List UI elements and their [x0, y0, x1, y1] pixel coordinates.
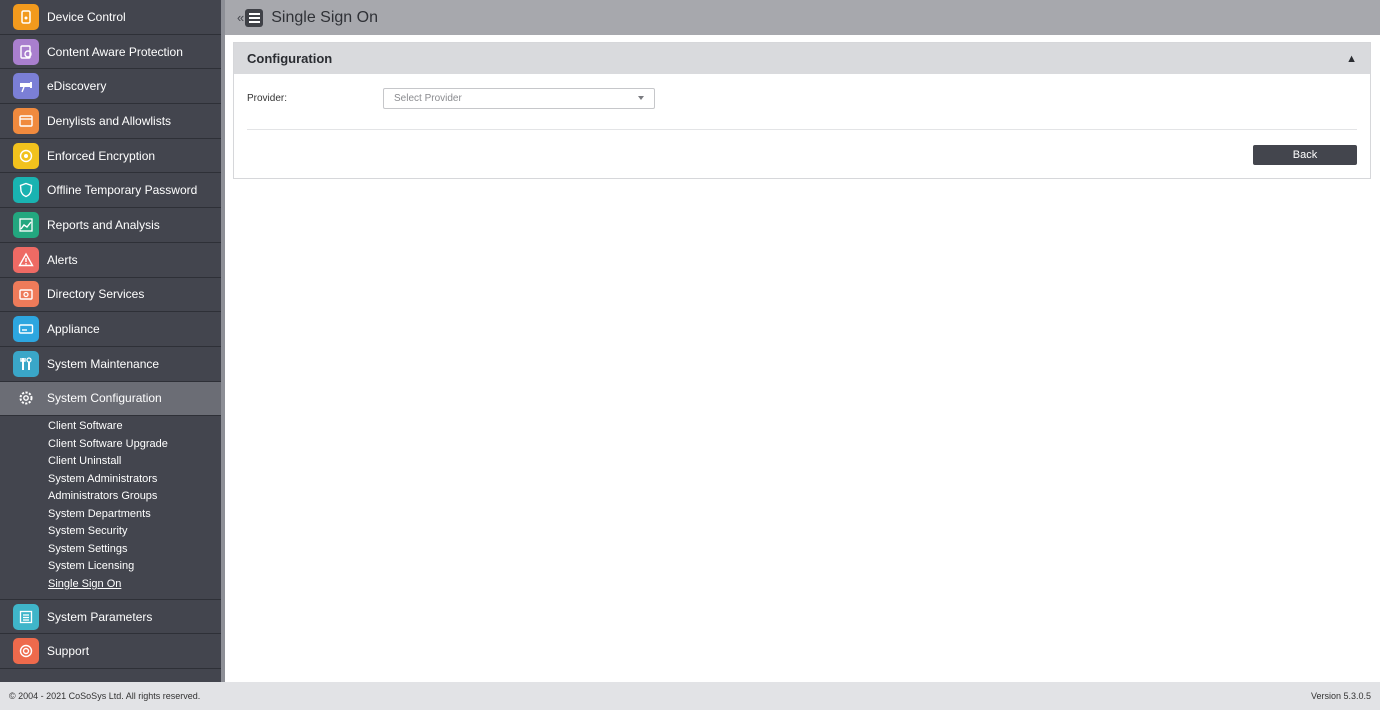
sidebar-item-label: System Parameters — [47, 609, 153, 624]
tools-icon — [13, 350, 39, 377]
back-button[interactable]: Back — [1253, 145, 1357, 165]
list-icon — [13, 603, 39, 630]
sidebar-item-label: Denylists and Allowlists — [47, 113, 172, 128]
sidebar-item-reports-analysis[interactable]: Reports and Analysis — [0, 208, 221, 243]
provider-select-placeholder: Select Provider — [394, 92, 462, 104]
footer: © 2004 - 2021 CoSoSys Ltd. All rights re… — [0, 682, 1380, 710]
version-text: Version 5.3.0.5 — [1310, 691, 1371, 701]
alert-icon — [13, 246, 39, 273]
sidebar-item-enforced-encryption[interactable]: Enforced Encryption — [0, 139, 221, 174]
configuration-panel: Configuration ▲ Provider: Select Provide… — [233, 42, 1371, 179]
gear-icon — [13, 385, 39, 412]
sidebar-item-label: Content Aware Protection — [47, 44, 183, 59]
submenu-item-client-software[interactable]: Client Software — [0, 418, 221, 436]
encryption-icon — [13, 142, 39, 169]
ediscovery-icon — [13, 73, 39, 100]
divider — [247, 129, 1357, 130]
sidebar-scrollbar[interactable] — [221, 0, 225, 682]
copyright-text: © 2004 - 2021 CoSoSys Ltd. All rights re… — [9, 691, 201, 701]
menu-icon[interactable] — [245, 8, 264, 27]
sidebar-item-label: System Maintenance — [47, 356, 160, 371]
shield-icon — [13, 177, 39, 204]
sidebar-item-label: Enforced Encryption — [47, 148, 156, 163]
sidebar: Device Control Content Aware Protection … — [0, 0, 221, 682]
device-control-icon — [13, 3, 39, 30]
submenu-item-system-departments[interactable]: System Departments — [0, 506, 221, 524]
sidebar-item-appliance[interactable]: Appliance — [0, 312, 221, 347]
sidebar-item-ediscovery[interactable]: eDiscovery — [0, 69, 221, 105]
support-icon — [13, 637, 39, 664]
submenu-item-administrators-groups[interactable]: Administrators Groups — [0, 488, 221, 506]
sidebar-item-system-configuration[interactable]: System Configuration — [0, 381, 221, 417]
sidebar-item-label: Reports and Analysis — [47, 217, 160, 232]
chevron-down-icon — [638, 96, 644, 100]
chevron-up-icon[interactable]: ▲ — [1346, 53, 1357, 65]
sidebar-item-label: System Configuration — [47, 391, 162, 406]
sidebar-item-content-aware-protection[interactable]: Content Aware Protection — [0, 35, 221, 70]
page-header: « Single Sign On — [225, 0, 1380, 35]
provider-row: Provider: Select Provider — [234, 87, 1370, 109]
denylist-icon — [13, 107, 39, 134]
sidebar-item-device-control[interactable]: Device Control — [0, 0, 221, 35]
sidebar-item-label: Alerts — [47, 252, 78, 267]
sidebar-item-label: eDiscovery — [47, 79, 107, 94]
sidebar-item-label: Appliance — [47, 322, 100, 337]
sidebar-item-label: Directory Services — [47, 287, 145, 302]
sidebar-item-alerts[interactable]: Alerts — [0, 243, 221, 278]
submenu-item-system-licensing[interactable]: System Licensing — [0, 558, 221, 576]
sidebar-item-label: Offline Temporary Password — [47, 183, 198, 198]
panel-header[interactable]: Configuration ▲ — [234, 43, 1370, 74]
sidebar-item-system-maintenance[interactable]: System Maintenance — [0, 347, 221, 382]
submenu-item-system-administrators[interactable]: System Administrators — [0, 471, 221, 489]
submenu-item-client-software-upgrade[interactable]: Client Software Upgrade — [0, 436, 221, 454]
provider-select[interactable]: Select Provider — [383, 87, 655, 109]
submenu-item-client-uninstall[interactable]: Client Uninstall — [0, 453, 221, 471]
sidebar-item-directory-services[interactable]: Directory Services — [0, 278, 221, 313]
system-configuration-submenu: Client Software Client Software Upgrade … — [0, 416, 221, 599]
sidebar-item-label: Support — [47, 643, 90, 658]
sidebar-item-offline-temporary-password[interactable]: Offline Temporary Password — [0, 173, 221, 209]
appliance-icon — [13, 316, 39, 343]
panel-title: Configuration — [247, 51, 333, 66]
page-title: Single Sign On — [271, 8, 378, 26]
sidebar-item-system-parameters[interactable]: System Parameters — [0, 599, 221, 634]
content-aware-icon — [13, 38, 39, 65]
directory-icon — [13, 281, 39, 308]
submenu-item-system-security[interactable]: System Security — [0, 523, 221, 541]
submenu-item-system-settings[interactable]: System Settings — [0, 541, 221, 559]
sidebar-item-denylists-allowlists[interactable]: Denylists and Allowlists — [0, 104, 221, 139]
chart-icon — [13, 211, 39, 238]
sidebar-item-label: Device Control — [47, 9, 126, 24]
provider-label: Provider: — [247, 92, 288, 104]
sidebar-item-support[interactable]: Support — [0, 634, 221, 669]
submenu-item-single-sign-on[interactable]: Single Sign On — [0, 576, 221, 594]
collapse-sidebar-icon[interactable]: « — [237, 10, 244, 25]
